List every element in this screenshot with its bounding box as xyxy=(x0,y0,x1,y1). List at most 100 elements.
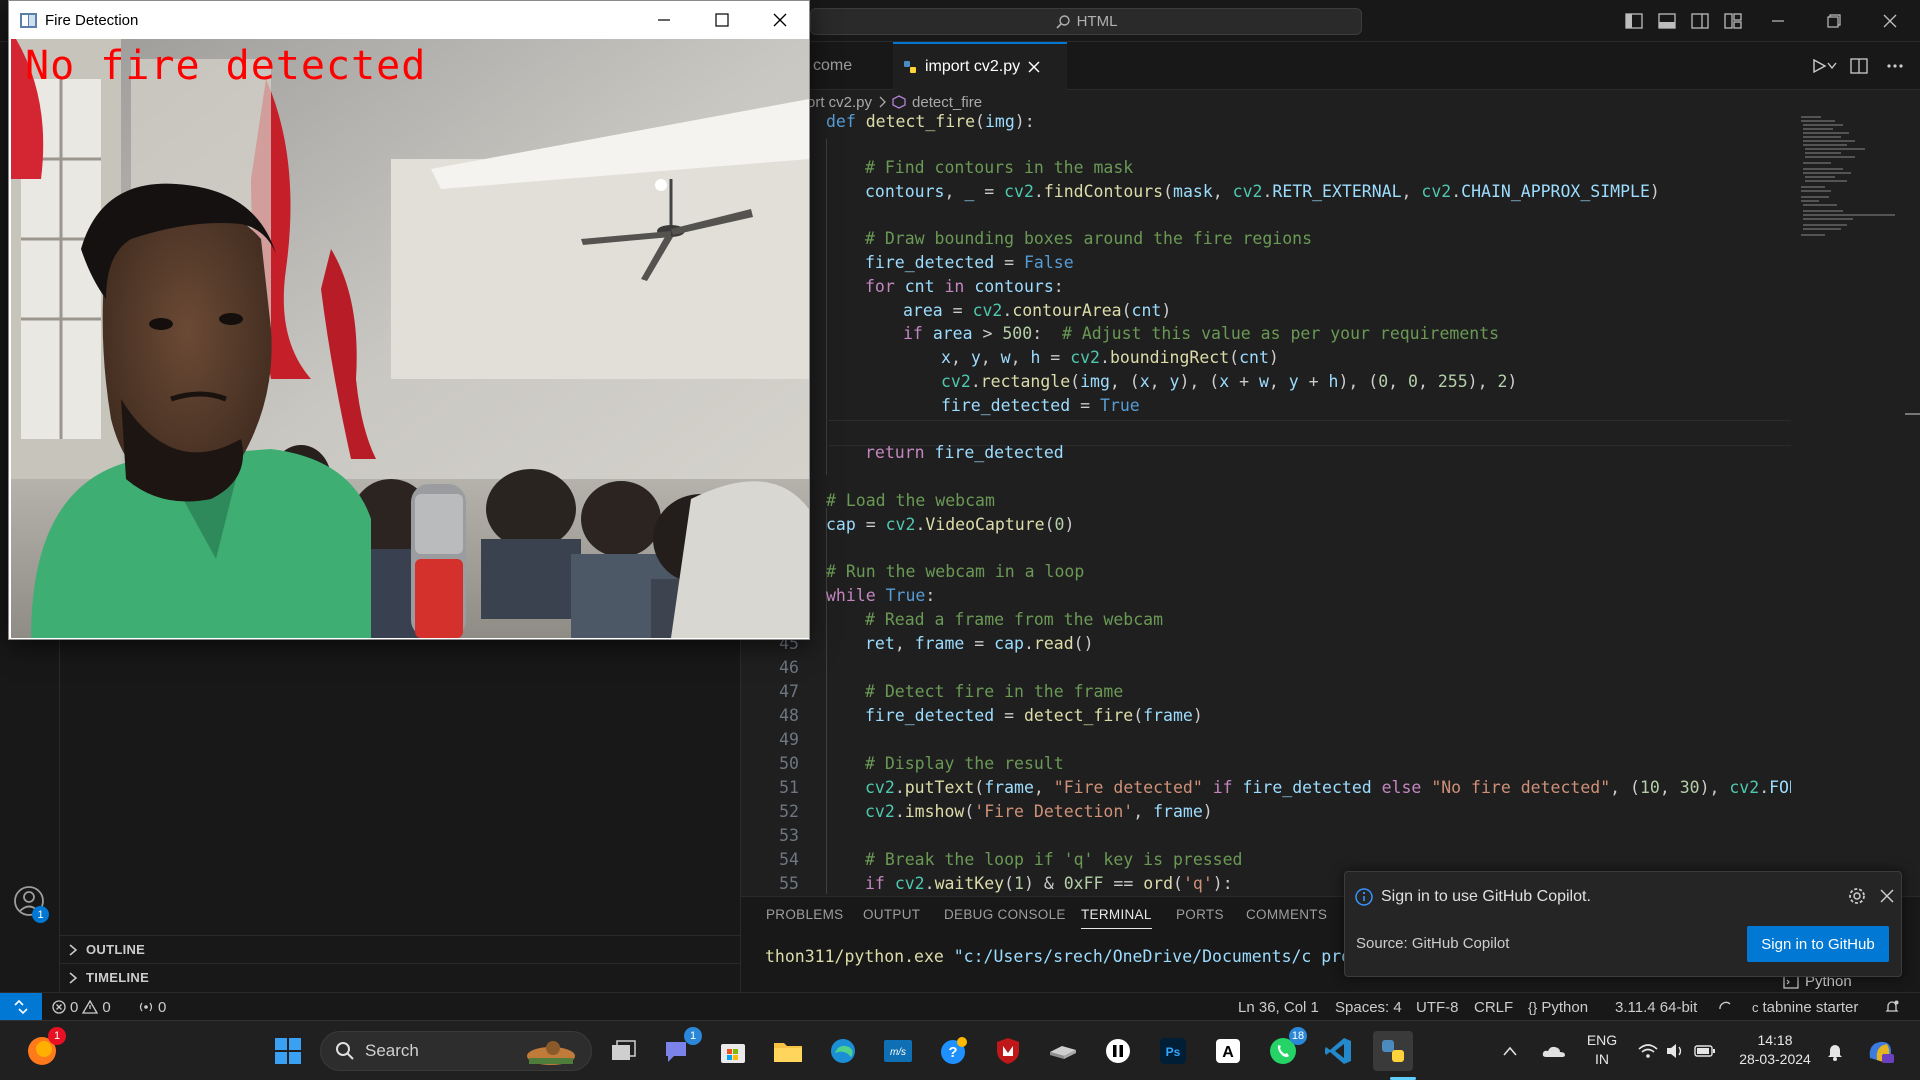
tab-comments[interactable]: COMMENTS xyxy=(1246,907,1327,922)
whatsapp-icon[interactable]: 18 xyxy=(1263,1027,1307,1071)
notification-center-bell-icon[interactable] xyxy=(1820,1031,1850,1071)
media-app-icon[interactable] xyxy=(1098,1031,1138,1071)
start-windows-icon[interactable] xyxy=(268,1031,308,1071)
tabnine-status[interactable]: c tabnine starter xyxy=(1752,993,1858,1021)
python-taskbar-icon[interactable] xyxy=(1373,1031,1413,1071)
teams-chat-icon[interactable]: 1 xyxy=(658,1027,702,1071)
code-editor[interactable]: def detect_fire(img): # Find contours in… xyxy=(741,114,1791,894)
microsoft-store-icon[interactable] xyxy=(713,1031,753,1071)
svg-text:A: A xyxy=(1222,1044,1234,1061)
svg-text:?: ? xyxy=(948,1044,957,1061)
code-line: 53 xyxy=(779,826,799,845)
tab-terminal[interactable]: TERMINAL xyxy=(1081,907,1152,929)
more-actions-icon[interactable] xyxy=(1879,50,1911,82)
drive-stack-icon[interactable] xyxy=(1043,1031,1083,1071)
accounts-icon[interactable]: 1 xyxy=(12,884,49,923)
notifications-bell-icon[interactable] xyxy=(1884,993,1900,1021)
notification-message: Sign in to use GitHub Copilot. xyxy=(1381,888,1591,905)
restore-icon[interactable] xyxy=(1818,5,1850,37)
tab-close-icon[interactable] xyxy=(1028,61,1040,73)
code-line: 48 fire_detected = detect_fire(frame) xyxy=(779,706,1203,725)
copilot-icon[interactable] xyxy=(1860,1031,1900,1071)
show-hidden-icons-chevron-up-icon[interactable] xyxy=(1494,1031,1526,1071)
tabnine-icon: c xyxy=(1752,999,1759,1015)
python-interpreter[interactable]: 3.11.4 64-bit xyxy=(1615,993,1697,1021)
remote-indicator[interactable] xyxy=(0,993,42,1021)
task-view-icon[interactable] xyxy=(604,1031,644,1071)
chevron-down-icon[interactable] xyxy=(1827,62,1837,70)
cursor-position[interactable]: Ln 36, Col 1 xyxy=(1238,993,1319,1021)
tab-import-cv2[interactable]: import cv2.py xyxy=(893,42,1067,90)
language-code: ENG xyxy=(1586,1032,1618,1048)
close-icon[interactable] xyxy=(1874,5,1906,37)
tab-debug-console[interactable]: DEBUG CONSOLE xyxy=(944,907,1066,922)
toggle-secondary-sidebar-icon[interactable] xyxy=(1684,5,1716,37)
search-highlight-image-icon xyxy=(523,1036,579,1066)
mysql-workbench-icon[interactable]: m/s xyxy=(878,1031,918,1071)
vscode-taskbar-icon[interactable] xyxy=(1318,1031,1358,1071)
onedrive-cloud-icon[interactable] xyxy=(1535,1031,1573,1071)
fire-detection-titlebar[interactable]: Fire Detection xyxy=(9,1,809,39)
code-line: # Run the webcam in a loop xyxy=(826,562,1085,581)
clock[interactable]: 14:18 28-03-2024 xyxy=(1732,1031,1818,1069)
tabnine-label: tabnine starter xyxy=(1762,998,1859,1016)
tab-output[interactable]: OUTPUT xyxy=(863,907,920,922)
breadcrumb-file[interactable]: ort cv2.py xyxy=(807,94,872,111)
language-mode[interactable]: {} Python xyxy=(1528,993,1588,1021)
opencv-app-icon xyxy=(20,12,37,28)
maximize-icon[interactable] xyxy=(715,13,729,27)
toggle-panel-icon[interactable] xyxy=(1651,5,1683,37)
outline-section-header[interactable]: OUTLINE xyxy=(60,935,741,963)
code-line: 52 cv2.imshow('Fire Detection', frame) xyxy=(779,802,1213,821)
outline-label: OUTLINE xyxy=(86,942,146,957)
edge-browser-icon[interactable] xyxy=(823,1031,863,1071)
tab-problems[interactable]: PROBLEMS xyxy=(766,907,843,922)
code-line: 46 xyxy=(779,658,799,677)
firefox-taskbar-icon[interactable]: 1 xyxy=(22,1027,66,1071)
notification-settings-gear-icon[interactable] xyxy=(1848,887,1866,905)
code-line: def detect_fire(img): xyxy=(826,114,1035,131)
input-language-indicator[interactable]: ENG IN xyxy=(1582,1031,1622,1069)
code-line: # Find contours in the mask xyxy=(865,158,1134,177)
svg-text:Ps: Ps xyxy=(1166,1045,1181,1059)
notification-close-icon[interactable] xyxy=(1880,889,1894,903)
wifi-icon[interactable] xyxy=(1636,1031,1660,1071)
mcafee-shield-icon[interactable] xyxy=(988,1031,1028,1071)
ports-indicator[interactable]: 0 xyxy=(138,993,166,1021)
webcam-image xyxy=(11,39,809,638)
photoshop-icon[interactable]: Ps xyxy=(1153,1031,1193,1071)
sign-in-github-button[interactable]: Sign in to GitHub xyxy=(1747,926,1889,962)
problems-indicator[interactable]: 0 0 xyxy=(52,993,111,1021)
braces-icon: {} xyxy=(1528,999,1538,1015)
code-line: if area > 500: # Adjust this value as pe… xyxy=(903,324,1500,343)
file-explorer-icon[interactable] xyxy=(768,1031,808,1071)
symbol-method-icon xyxy=(892,95,906,109)
command-center[interactable]: HTML xyxy=(810,8,1362,35)
taskbar-search-box[interactable]: Search xyxy=(320,1031,592,1071)
indentation[interactable]: Spaces: 4 xyxy=(1335,993,1402,1021)
help-tips-icon[interactable]: ? xyxy=(934,1031,974,1071)
adobe-acrobat-icon[interactable]: A xyxy=(1208,1031,1248,1071)
minimap[interactable] xyxy=(1791,114,1903,894)
breadcrumb-symbol[interactable]: detect_fire xyxy=(912,94,982,111)
timeline-section-header[interactable]: TIMELINE xyxy=(60,963,741,991)
line-ending[interactable]: CRLF xyxy=(1474,993,1513,1021)
encoding[interactable]: UTF-8 xyxy=(1416,993,1459,1021)
battery-icon[interactable] xyxy=(1692,1031,1718,1071)
code-line: cv2.rectangle(img, (x, y), (x + w, y + h… xyxy=(941,372,1518,391)
customize-layout-icon[interactable] xyxy=(1717,5,1749,37)
account-badge: 1 xyxy=(32,906,49,923)
code-line: cap = cv2.VideoCapture(0) xyxy=(826,515,1075,534)
terminal-output[interactable]: thon311/python.exe "c:/Users/srech/OneDr… xyxy=(765,947,1391,966)
toggle-primary-sidebar-icon[interactable] xyxy=(1618,5,1650,37)
whatsapp-badge: 18 xyxy=(1289,1027,1307,1045)
tab-ports[interactable]: PORTS xyxy=(1176,907,1224,922)
volume-icon[interactable] xyxy=(1664,1031,1688,1071)
minimize-icon[interactable] xyxy=(1762,5,1794,37)
timeline-label: TIMELINE xyxy=(86,970,150,985)
minimize-icon[interactable] xyxy=(657,13,671,27)
close-icon[interactable] xyxy=(773,13,787,27)
split-editor-icon[interactable] xyxy=(1843,50,1875,82)
code-line: 54 # Break the loop if 'q' key is pressed xyxy=(779,850,1243,869)
code-line: 51 cv2.putText(frame, "Fire detected" if … xyxy=(779,778,1791,797)
